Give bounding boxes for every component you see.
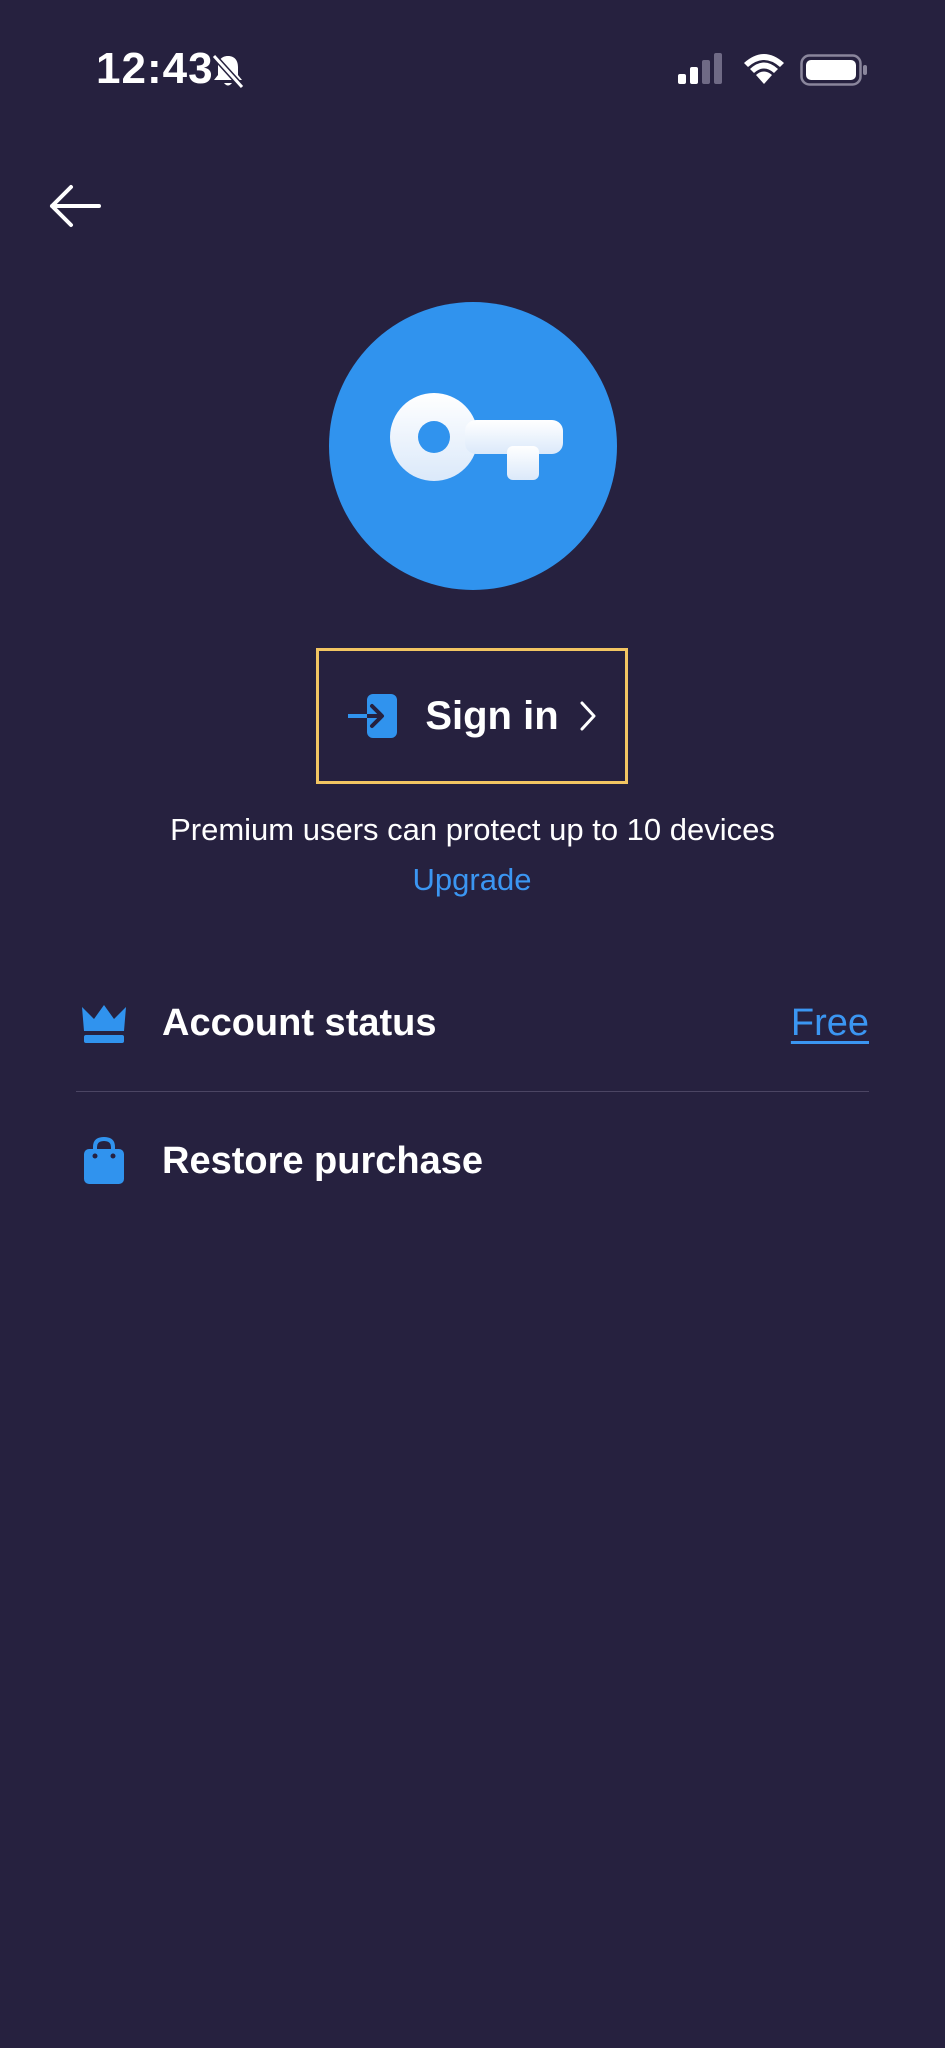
premium-info-text: Premium users can protect up to 10 devic… bbox=[170, 812, 775, 847]
status-time: 12:43 bbox=[96, 44, 214, 93]
cellular-signal-icon bbox=[676, 52, 726, 86]
divider bbox=[76, 1091, 869, 1092]
back-button[interactable] bbox=[40, 176, 110, 236]
shopping-bag-icon bbox=[76, 1133, 132, 1189]
account-status-label: Account status bbox=[162, 1001, 437, 1044]
crown-icon bbox=[76, 995, 132, 1051]
restore-purchase-row[interactable]: Restore purchase bbox=[76, 1126, 869, 1196]
status-bar: 12:43 bbox=[0, 0, 945, 140]
key-icon bbox=[390, 393, 563, 481]
upgrade-link[interactable]: Upgrade bbox=[372, 862, 572, 898]
restore-purchase-label: Restore purchase bbox=[162, 1139, 484, 1182]
account-status-row: Account status Free bbox=[76, 988, 869, 1058]
battery-icon bbox=[800, 54, 868, 86]
sign-in-label: Sign in bbox=[425, 693, 559, 738]
sign-in-content: Sign in bbox=[347, 693, 596, 739]
account-status-value-link[interactable]: Free bbox=[791, 1002, 869, 1045]
sign-in-button[interactable]: Sign in bbox=[316, 648, 628, 784]
sign-in-icon bbox=[348, 694, 398, 738]
wifi-icon bbox=[741, 50, 787, 86]
key-avatar bbox=[329, 302, 617, 590]
chevron-right-icon bbox=[580, 701, 596, 731]
bell-muted-icon bbox=[208, 51, 248, 91]
arrow-left-icon bbox=[50, 185, 101, 227]
